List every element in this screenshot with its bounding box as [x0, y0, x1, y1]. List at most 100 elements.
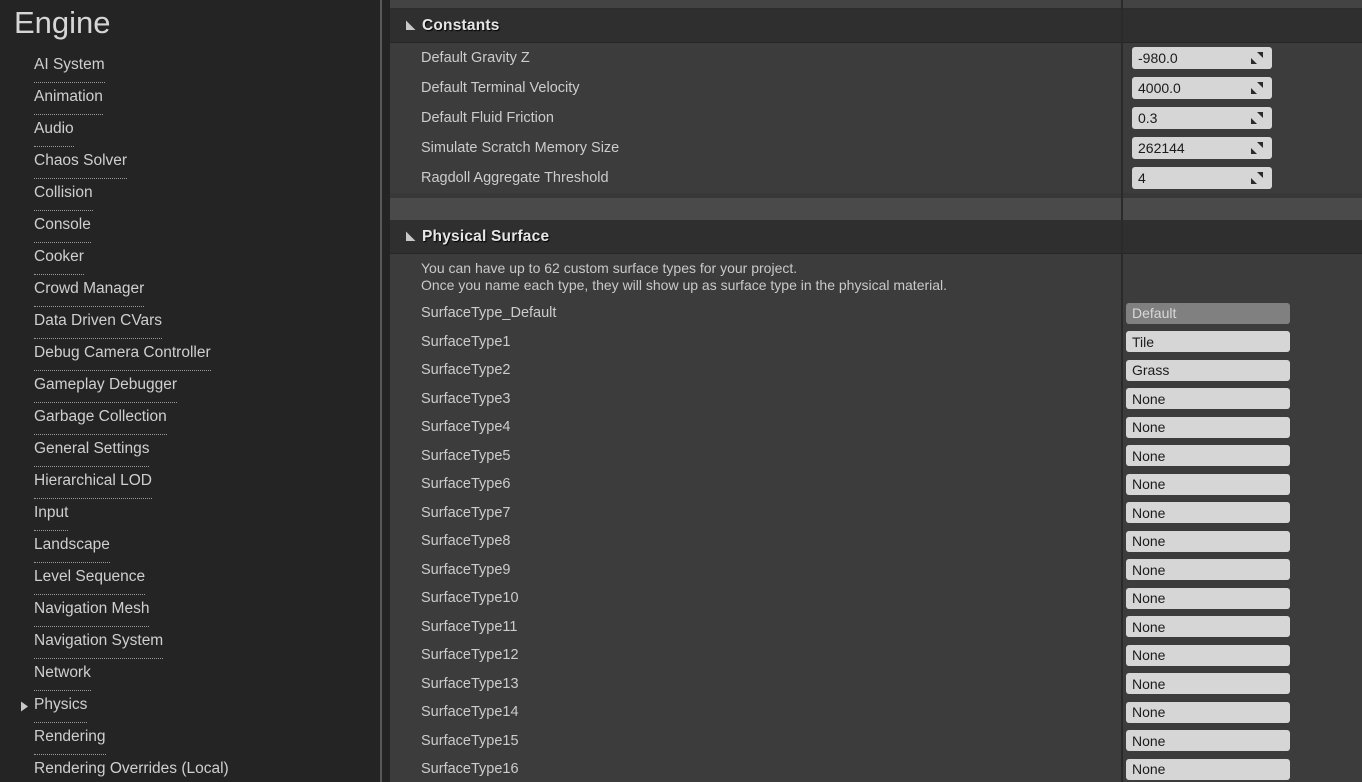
sidebar-item-label[interactable]: General Settings [34, 433, 150, 467]
sidebar-item-label[interactable]: Data Driven CVars [34, 305, 163, 339]
sidebar-item-label[interactable]: Input [34, 497, 69, 531]
sidebar-item-label[interactable]: Rendering Overrides (Local) [34, 753, 229, 782]
sidebar-item-hierarchical-lod[interactable]: Hierarchical LOD [0, 465, 340, 499]
sidebar-item-label[interactable]: Physics [34, 689, 88, 723]
property-value-cell: 4 [1121, 167, 1362, 189]
sidebar-item-console[interactable]: Console [0, 209, 340, 243]
sidebar-item-physics[interactable]: Physics [0, 689, 340, 723]
sidebar-item-label[interactable]: Audio [34, 113, 74, 147]
numeric-input-field[interactable]: 4000.0 [1132, 77, 1272, 99]
numeric-input-field[interactable]: 4 [1132, 167, 1272, 189]
sidebar-item-input[interactable]: Input [0, 497, 340, 531]
field-value: None [1132, 504, 1166, 521]
surface-name-field[interactable]: None [1126, 673, 1290, 695]
sidebar-item-rendering-overrides-local[interactable]: Rendering Overrides (Local) [0, 754, 340, 782]
sidebar-item-gameplay-debugger[interactable]: Gameplay Debugger [0, 369, 340, 403]
sidebar-item-label[interactable]: Hierarchical LOD [34, 465, 153, 499]
surface-name-field[interactable]: Tile [1126, 331, 1290, 353]
nav-arrow-spacer [20, 82, 34, 114]
sidebar-item-ai-system[interactable]: AI System [0, 49, 340, 83]
surface-name-field[interactable]: Grass [1126, 359, 1290, 381]
details-panel: Constants Default Gravity Z -980.0 Default … [390, 0, 1362, 782]
sidebar-item-network[interactable]: Network [0, 657, 340, 691]
nav-arrow-spacer [20, 754, 34, 782]
sidebar-item-label[interactable]: Console [34, 209, 91, 243]
details-column-splitter[interactable] [1121, 0, 1123, 782]
surface-name-field[interactable]: None [1126, 473, 1290, 495]
surface-name-field[interactable]: None [1126, 530, 1290, 552]
sidebar-item-label[interactable]: Animation [34, 81, 103, 115]
sidebar-item-label[interactable]: Gameplay Debugger [34, 369, 178, 403]
property-row: SurfaceType5 None [390, 441, 1362, 470]
section-header-constants[interactable]: Constants [390, 9, 1362, 43]
sidebar-item-label[interactable]: AI System [34, 49, 105, 83]
sidebar-item-label[interactable]: Chaos Solver [34, 145, 128, 179]
drag-arrows-icon[interactable] [1250, 81, 1264, 95]
drag-arrows-icon[interactable] [1250, 141, 1264, 155]
surface-name-field[interactable]: None [1126, 587, 1290, 609]
property-value-cell: None [1121, 388, 1362, 410]
surface-name-field[interactable]: None [1126, 730, 1290, 752]
numeric-input-field[interactable]: 262144 [1132, 137, 1272, 159]
triangle-down-icon [406, 231, 416, 241]
sidebar-item-label[interactable]: Crowd Manager [34, 273, 145, 307]
sidebar-item-garbage-collection[interactable]: Garbage Collection [0, 401, 340, 435]
sidebar-item-label[interactable]: Cooker [34, 241, 84, 275]
surface-name-field[interactable]: None [1126, 559, 1290, 581]
surface-name-field[interactable]: None [1126, 644, 1290, 666]
sidebar-item-label[interactable]: Rendering [34, 721, 106, 755]
sidebar-item-label[interactable]: Garbage Collection [34, 401, 167, 435]
sidebar-item-chaos-solver[interactable]: Chaos Solver [0, 145, 340, 179]
surface-name-field[interactable]: None [1126, 701, 1290, 723]
nav-arrow-spacer [20, 210, 34, 242]
numeric-input-field[interactable]: -980.0 [1132, 47, 1272, 69]
sidebar-item-level-sequence[interactable]: Level Sequence [0, 561, 340, 595]
sidebar-item-collision[interactable]: Collision [0, 177, 340, 211]
surface-name-field[interactable]: None [1126, 758, 1290, 780]
sidebar-item-audio[interactable]: Audio [0, 113, 340, 147]
sidebar-item-label[interactable]: Debug Camera Controller [34, 337, 211, 371]
sidebar-item-data-driven-cvars[interactable]: Data Driven CVars [0, 305, 340, 339]
sidebar-item-label[interactable]: Navigation Mesh [34, 593, 150, 627]
field-value: None [1132, 647, 1166, 664]
triangle-right-icon [21, 701, 28, 711]
sidebar-item-navigation-system[interactable]: Navigation System [0, 625, 340, 659]
nav-arrow-spacer [20, 274, 34, 306]
sidebar-item-label[interactable]: Collision [34, 177, 93, 211]
property-value-cell: None [1121, 445, 1362, 467]
sidebar-item-landscape[interactable]: Landscape [0, 529, 340, 563]
sidebar-item-animation[interactable]: Animation [0, 81, 340, 115]
sidebar-item-label[interactable]: Network [34, 657, 91, 691]
sidebar-item-crowd-manager[interactable]: Crowd Manager [0, 273, 340, 307]
sidebar-item-cooker[interactable]: Cooker [0, 241, 340, 275]
property-row: SurfaceType11 None [390, 612, 1362, 641]
surface-name-field[interactable]: None [1126, 445, 1290, 467]
property-row: Default Terminal Velocity 4000.0 [390, 73, 1362, 103]
drag-arrows-icon[interactable] [1250, 51, 1264, 65]
surface-name-field[interactable]: None [1126, 502, 1290, 524]
sidebar-item-label[interactable]: Navigation System [34, 625, 164, 659]
surface-name-field[interactable]: None [1126, 416, 1290, 438]
field-value: None [1132, 476, 1166, 493]
sidebar-item-debug-camera-controller[interactable]: Debug Camera Controller [0, 337, 340, 371]
nav-arrow-spacer [20, 594, 34, 626]
numeric-input-field[interactable]: 0.3 [1132, 107, 1272, 129]
field-value: None [1132, 447, 1166, 464]
collapse-triangle-icon[interactable] [405, 231, 422, 242]
property-value-cell: Grass [1121, 359, 1362, 381]
collapse-triangle-icon[interactable] [405, 20, 422, 31]
sidebar-item-navigation-mesh[interactable]: Navigation Mesh [0, 593, 340, 627]
surface-name-field[interactable]: None [1126, 616, 1290, 638]
drag-arrows-icon[interactable] [1250, 171, 1264, 185]
drag-arrows-icon[interactable] [1250, 111, 1264, 125]
property-label: Simulate Scratch Memory Size [421, 140, 620, 156]
nav-arrow-spacer [20, 338, 34, 370]
property-row: SurfaceType1 Tile [390, 327, 1362, 356]
sidebar-item-general-settings[interactable]: General Settings [0, 433, 340, 467]
sidebar-item-rendering[interactable]: Rendering [0, 721, 340, 755]
expand-triangle-icon[interactable] [20, 690, 34, 722]
section-header-physical-surface[interactable]: Physical Surface [390, 220, 1362, 254]
surface-name-field[interactable]: None [1126, 388, 1290, 410]
sidebar-item-label[interactable]: Level Sequence [34, 561, 146, 595]
sidebar-item-label[interactable]: Landscape [34, 529, 110, 563]
